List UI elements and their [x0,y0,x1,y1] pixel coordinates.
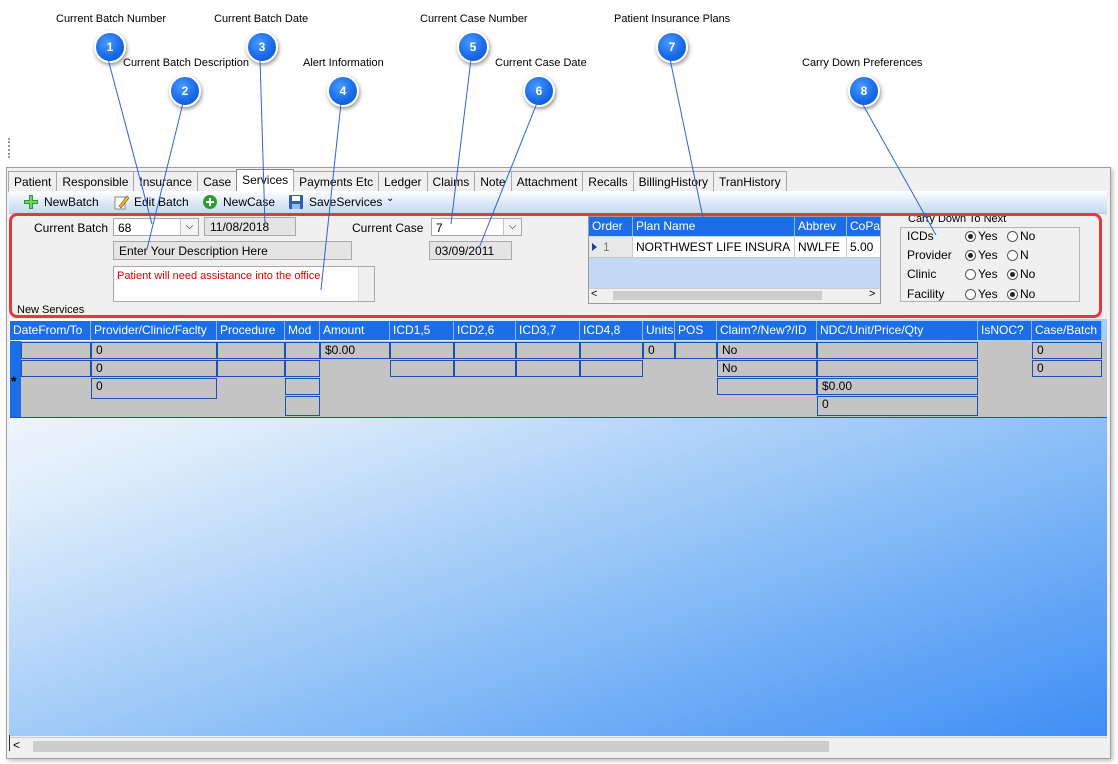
tab-claims[interactable]: Claims [426,171,476,192]
tab-note[interactable]: Note [474,171,512,192]
cell-ndc[interactable] [817,342,978,359]
grid-header-mod[interactable]: Mod [285,321,320,340]
cell-new[interactable]: No [717,360,817,377]
tab-attachment[interactable]: Attachment [510,171,584,192]
new-row-star-icon: * [11,373,17,389]
tab-payments-etc[interactable]: Payments Etc [293,171,380,192]
cell-provider[interactable]: 0 [91,342,217,359]
callout-bubble-5: 5 [457,31,489,63]
callout-label-carry-down: Carry Down Preferences [802,57,923,69]
tab-responsible[interactable]: Responsible [56,171,135,192]
callout-bubble-6: 6 [523,75,555,107]
cell-claim-id[interactable] [717,378,817,395]
cell-batch[interactable]: 0 [1032,360,1102,377]
toolbar: NewBatch Edit Batch NewCase SaveServices… [9,191,1107,214]
plus-icon [24,195,38,209]
grid-hscrollbar[interactable]: < [9,737,1107,755]
cell-icd3[interactable] [516,342,580,359]
cell-ndc-qty[interactable]: 0 [817,396,978,416]
callout-label-case-date: Current Case Date [495,57,587,69]
grid-header-date[interactable]: DateFrom/To [10,321,91,340]
cell-claim[interactable]: No [717,342,817,359]
callout-bubble-4: 4 [327,75,359,107]
grip-handle [8,138,13,158]
tab-case[interactable]: Case [197,171,238,192]
tab-recalls[interactable]: Recalls [582,171,634,192]
grid-header-pos[interactable]: POS [675,321,717,340]
grid-header-provider[interactable]: Provider/Clinic/Faclty [91,321,217,340]
cell-icd8[interactable] [580,360,643,377]
callout-bubble-2: 2 [169,75,201,107]
add-circle-icon [203,195,217,209]
cell-procedure[interactable] [217,342,285,359]
grid-header-ndc[interactable]: NDC/Unit/Price/Qty [817,321,978,340]
grid-header-icd48[interactable]: ICD4,8 [580,321,643,340]
cell-amount[interactable]: $0.00 [320,342,390,359]
cell-mod-2[interactable] [285,360,320,377]
grid-bottom-left-marker [9,735,10,751]
tab-strip: Patient Responsible Insurance Case Servi… [8,169,787,192]
tab-insurance[interactable]: Insurance [133,171,199,192]
grid-header-units[interactable]: Units [643,321,675,340]
cell-mod-1[interactable] [285,342,320,359]
grid-header-amount[interactable]: Amount [320,321,390,340]
highlight-frame [9,213,1102,318]
cell-case[interactable]: 0 [1032,342,1102,359]
pencil-icon [114,195,129,210]
tab-billing-history[interactable]: BillingHistory [632,171,714,192]
callout-label-batch-number: Current Batch Number [56,13,167,25]
callout-label-batch-description: Current Batch Description [123,57,249,69]
grid-header-icd26[interactable]: ICD2,6 [454,321,516,340]
tab-tran-history[interactable]: TranHistory [713,171,787,192]
cell-icd1[interactable] [390,342,454,359]
cell-icd4[interactable] [580,342,643,359]
scroll-left-icon[interactable]: < [13,738,20,752]
callout-bubble-8: 8 [848,75,880,107]
cell-ndc-unit[interactable] [817,360,978,377]
callout-label-batch-date: Current Batch Date [214,13,309,25]
grid-scroll-thumb[interactable] [33,741,829,752]
grid-header-claim[interactable]: Claim?/New?/ID [717,321,817,340]
cell-pos[interactable] [675,342,717,359]
cell-ndc-price[interactable]: $0.00 [817,378,978,395]
cell-icd2[interactable] [454,342,516,359]
edit-batch-label: Edit Batch [134,195,189,209]
callout-label-alert-info: Alert Information [303,57,384,69]
new-batch-label: NewBatch [44,195,99,209]
cell-icd5[interactable] [390,360,454,377]
new-case-button[interactable]: NewCase [202,194,275,210]
edit-batch-button[interactable]: Edit Batch [113,194,189,210]
cell-clinic[interactable]: 0 [91,360,217,377]
cell-mod-3[interactable] [285,378,320,395]
cell-procedure-2[interactable] [217,360,285,377]
callout-label-case-number: Current Case Number [420,13,528,25]
callout-bubble-1: 1 [94,31,126,63]
grid-header-icd37[interactable]: ICD3,7 [516,321,580,340]
callout-bubble-3: 3 [246,31,278,63]
floppy-disk-icon [289,195,303,209]
grid-header-icd15[interactable]: ICD1,5 [390,321,454,340]
tab-ledger[interactable]: Ledger [378,171,428,192]
toolbar-overflow-icon[interactable]: ⌄ [386,193,394,204]
cell-mod-4[interactable] [285,396,320,416]
grid-header-procedure[interactable]: Procedure [217,321,285,340]
cell-date-from[interactable] [21,342,91,359]
cell-units[interactable]: 0 [643,342,675,359]
tab-services[interactable]: Services [236,169,295,192]
callout-label-insurance-plans: Patient Insurance Plans [614,13,731,25]
cell-icd6[interactable] [454,360,516,377]
new-batch-button[interactable]: NewBatch [23,194,99,210]
cell-date-to[interactable] [21,360,91,377]
tab-patient[interactable]: Patient [8,171,58,192]
save-services-button[interactable]: SaveServices [288,194,382,210]
save-services-label: SaveServices [309,195,383,209]
grid-header-isnoc[interactable]: IsNOC? [978,321,1032,340]
callout-bubble-7: 7 [656,31,688,63]
new-case-label: NewCase [223,195,276,209]
grid-header-case-batch[interactable]: Case/Batch [1032,321,1102,340]
cell-icd7[interactable] [516,360,580,377]
cell-facility[interactable]: 0 [91,378,217,399]
